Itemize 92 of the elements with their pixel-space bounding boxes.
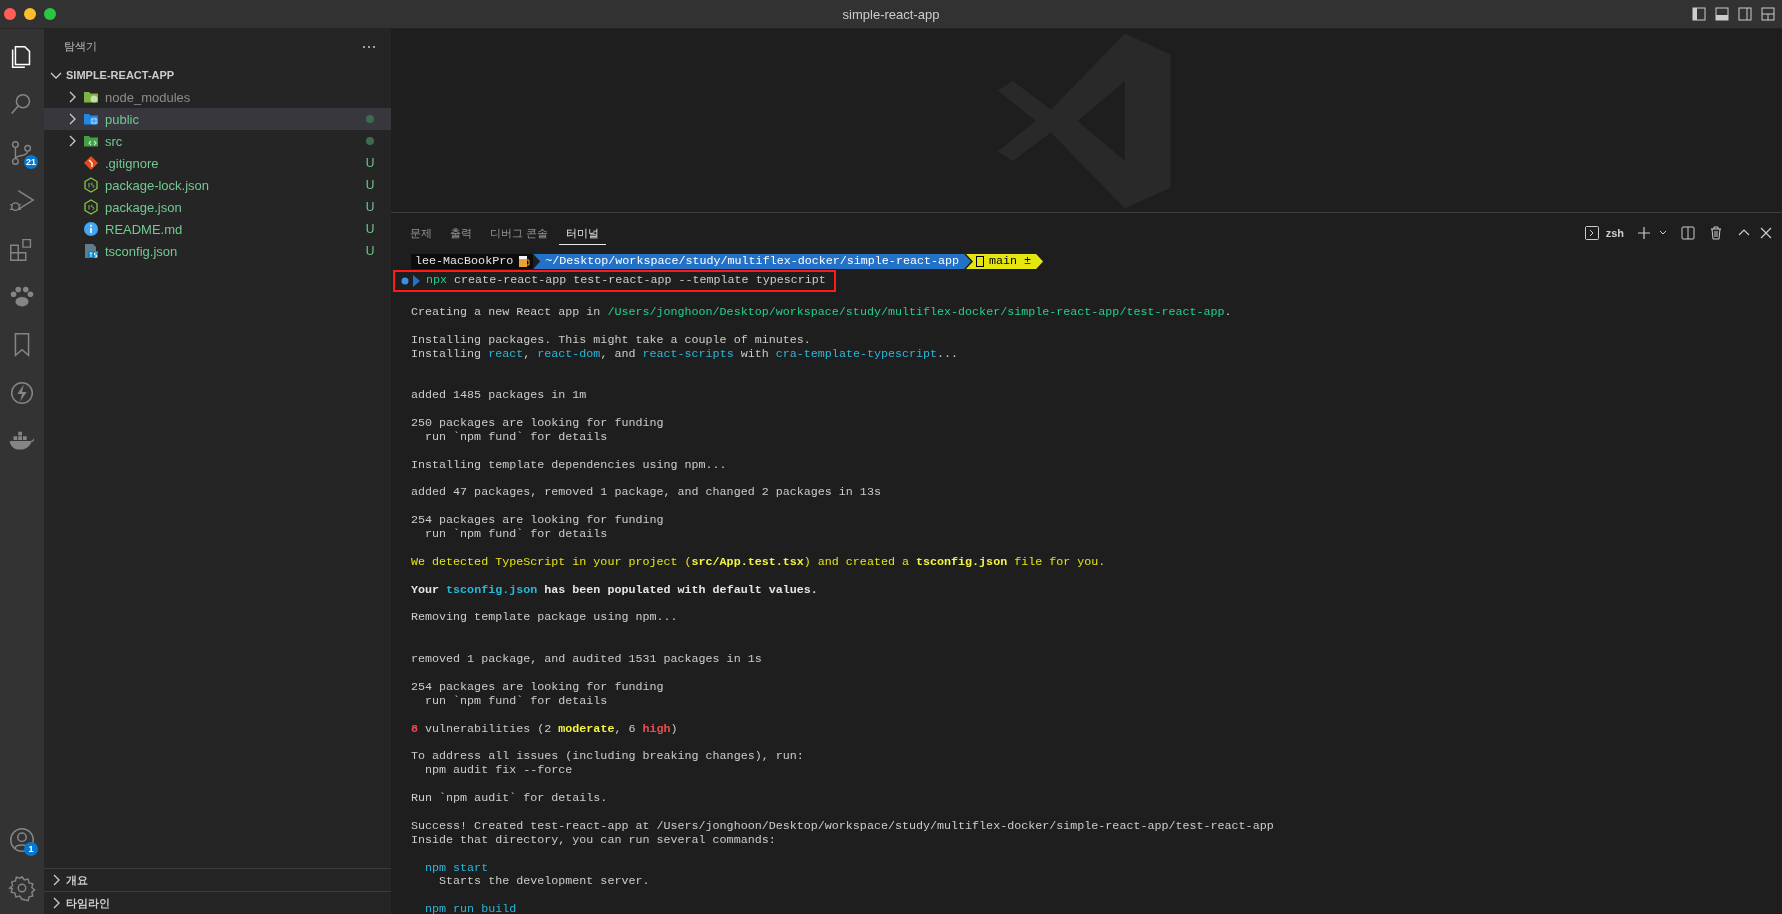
terminal-line: run `npm fund` for details <box>424 430 609 445</box>
close-icon[interactable] <box>1758 225 1774 241</box>
panel-tab[interactable]: 출력 <box>443 221 479 245</box>
toggle-secondary-sidebar-icon[interactable] <box>1737 6 1753 22</box>
hexagon-icon <box>83 177 99 193</box>
minimize-window-button[interactable] <box>24 8 36 20</box>
window-title: simple-react-app <box>842 7 940 22</box>
section-header[interactable]: 타임라인 <box>44 891 391 914</box>
close-window-button[interactable] <box>4 8 16 20</box>
notification-badge: 21 <box>24 155 38 169</box>
sidebar-title: 탐색기 <box>64 39 98 54</box>
tree-item[interactable]: package-lock.json U <box>44 174 391 196</box>
file-name: package-lock.json <box>105 177 210 193</box>
typescript-file-icon <box>83 243 99 259</box>
terminal-line: Installing react, react-dom, and react-scripts with cra-template-typescript... <box>411 347 960 362</box>
section-header[interactable]: SIMPLE-REACT-APP <box>44 64 391 86</box>
prompt-path: ~/Desktop/workspace/study/multiflex-docker/simple-react-app <box>533 254 971 269</box>
prompt-host: lee-MacBookPro <box>411 254 518 269</box>
toggle-panel-icon[interactable] <box>1714 6 1730 22</box>
terminal-line: npm run build <box>424 903 518 914</box>
toggle-sidebar-icon[interactable] <box>1691 6 1707 22</box>
file-name: src <box>105 133 123 149</box>
git-status-letter: U <box>365 244 375 258</box>
prompt-arrow-icon <box>401 275 421 287</box>
section-title: 타임라인 <box>66 895 110 911</box>
split-icon[interactable] <box>1680 225 1696 241</box>
terminal-line: To address all issues (including breaking changes), run: <box>411 750 805 765</box>
status-dot <box>366 137 374 145</box>
terminal-line: Inside that directory, you can run several commands: <box>411 833 777 848</box>
terminal-line: Removing template package using npm... <box>411 611 679 626</box>
section-title: SIMPLE-REACT-APP <box>66 69 175 81</box>
file-name: README.md <box>105 221 183 237</box>
terminal-line: 254 packages are looking for funding <box>411 680 665 695</box>
terminal-line: Starts the development server. <box>438 875 651 890</box>
zoom-window-button[interactable] <box>44 8 56 20</box>
panel-tab[interactable]: 터미널 <box>559 221 607 245</box>
git-status-letter: U <box>365 178 375 192</box>
terminal-line: run `npm fund` for details <box>424 694 609 709</box>
terminal-line: 8 vulnerabilities (2 moderate, 6 high) <box>411 722 679 737</box>
terminal-line: Your tsconfig.json has been populated with default values. <box>411 583 819 598</box>
terminal-line: 250 packages are looking for funding <box>411 417 665 431</box>
tree-item[interactable]: .gitignore U <box>44 152 391 174</box>
plus-icon[interactable] <box>1636 225 1652 241</box>
git-status-letter: U <box>365 200 375 214</box>
file-name: tsconfig.json <box>105 243 178 259</box>
terminal-name[interactable]: zsh <box>1605 227 1624 239</box>
terminal-line: Installing template dependencies using npm... <box>411 458 728 473</box>
git-status-letter: U <box>365 222 375 236</box>
terminal-line: added 1485 packages in 1m <box>411 389 588 404</box>
tree-item[interactable]: public <box>44 108 391 130</box>
terminal-line: run `npm fund` for details <box>424 528 609 543</box>
tree-item[interactable]: README.md U <box>44 218 391 240</box>
layout-icon[interactable] <box>1760 6 1776 22</box>
tree-item[interactable]: src <box>44 130 391 152</box>
status-dot <box>366 115 374 123</box>
file-name: package.json <box>105 199 182 215</box>
git-status-letter: U <box>365 156 375 170</box>
terminal-line: 254 packages are looking for funding <box>411 514 665 528</box>
panel-tab[interactable]: 문제 <box>403 221 439 245</box>
terminal-line: Run `npm audit` for details. <box>411 792 609 806</box>
tree-item[interactable]: package.json U <box>44 196 391 218</box>
terminal-line: Creating a new React app in /Users/jonghoon/Desktop/workspace/study/multiflex-docker/simple-react-app/test-react-app. <box>411 305 1233 320</box>
panel-tab[interactable]: 디버그 콘솔 <box>483 221 556 245</box>
mug-icon <box>517 254 534 269</box>
terminal-icon[interactable] <box>1583 225 1600 241</box>
account-icon[interactable] <box>7 825 37 855</box>
tree-item[interactable]: tsconfig.json U <box>44 240 391 262</box>
file-name: node_modules <box>105 89 191 105</box>
notification-badge: 1 <box>24 842 38 856</box>
terminal-line: We detected TypeScript in your project (src/App.test.tsx) and created a tsconfig.json file for you. <box>411 555 1107 570</box>
section-title: 개요 <box>66 872 88 888</box>
settings-icon[interactable] <box>7 873 37 903</box>
branch-name: main ± <box>989 254 1032 269</box>
trash-icon[interactable] <box>1708 225 1724 241</box>
folder-icon <box>83 89 99 105</box>
terminal-line: npm audit fix --force <box>424 764 574 779</box>
terminal-line: Success! Created test-react-app at /Users/jonghoon/Desktop/workspace/study/multiflex-docker/simple-react-app/test-react-app <box>411 819 1275 834</box>
file-name: .gitignore <box>105 155 159 171</box>
folder-icon <box>83 111 99 127</box>
git-icon <box>83 155 99 171</box>
tree-item[interactable]: node_modules <box>44 86 391 108</box>
info-icon <box>83 221 99 237</box>
terminal-line: npm start <box>424 861 489 876</box>
section-header[interactable]: 개요 <box>44 868 391 891</box>
glyph-box-icon <box>976 256 984 267</box>
hexagon-icon <box>83 199 99 215</box>
file-name: public <box>105 111 139 127</box>
terminal-line: removed 1 package, and audited 1531 packages in 1s <box>411 653 763 668</box>
command-text: npx create-react-app test-react-app --template typescript <box>426 274 826 288</box>
folder-icon <box>83 133 99 149</box>
terminal-line: added 47 packages, removed 1 package, and changed 2 packages in 13s <box>411 486 882 501</box>
terminal-line: Installing packages. This might take a couple of minutes. <box>411 333 812 348</box>
